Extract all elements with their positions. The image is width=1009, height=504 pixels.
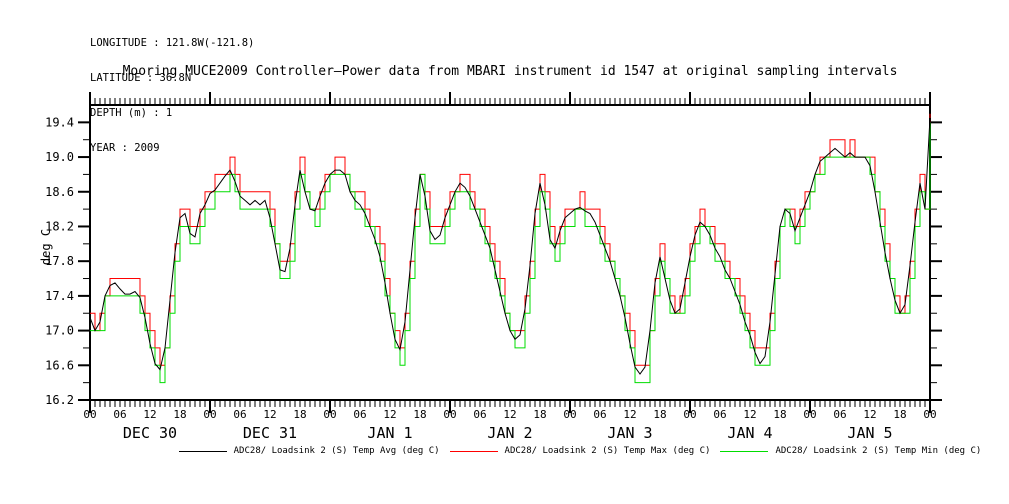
legend-label-temp-avg: ADC28/ Loadsink 2 (S) Temp Avg (deg C) [234,446,440,456]
x-hour-label: 12 [863,408,876,421]
x-hour-label: 18 [413,408,426,421]
x-day-label: DEC 30 [123,424,177,442]
legend-item-temp-avg: ADC28/ Loadsink 2 (S) Temp Avg (deg C) [179,446,440,456]
x-day-label: JAN 3 [607,424,652,442]
x-day-label: JAN 4 [727,424,772,442]
x-day-label: JAN 2 [487,424,532,442]
x-hour-label: 00 [323,408,336,421]
temp-min-series-line [90,122,930,382]
legend: ADC28/ Loadsink 2 (S) Temp Avg (deg C) A… [150,446,1009,456]
x-hour-label: 00 [203,408,216,421]
x-hour-label: 12 [743,408,756,421]
y-tick-label: 16.6 [45,358,74,372]
y-tick-label: 16.2 [45,393,74,407]
x-hour-label: 06 [593,408,606,421]
x-hour-label: 18 [533,408,546,421]
temp-avg-series-line [90,118,930,374]
x-hour-label: 18 [773,408,786,421]
plot-canvas: LONGITUDE : 121.8W(-121.8) LATITUDE : 36… [0,0,1009,504]
x-day-label: DEC 31 [243,424,297,442]
y-tick-label: 17.4 [45,289,74,303]
x-day-label: JAN 1 [367,424,412,442]
x-day-label: JAN 5 [847,424,892,442]
x-hour-label: 12 [383,408,396,421]
x-hour-label: 06 [713,408,726,421]
x-hour-label: 12 [263,408,276,421]
y-tick-label: 17.0 [45,324,74,338]
min-line-swatch [720,451,768,452]
x-hour-label: 18 [893,408,906,421]
x-hour-label: 06 [113,408,126,421]
legend-item-temp-max: ADC28/ Loadsink 2 (S) Temp Max (deg C) [450,446,711,456]
x-hour-label: 06 [833,408,846,421]
x-hour-label: 00 [683,408,696,421]
x-hour-label: 06 [233,408,246,421]
y-tick-label: 17.8 [45,254,74,268]
x-hour-label: 12 [503,408,516,421]
legend-label-temp-min: ADC28/ Loadsink 2 (S) Temp Min (deg C) [775,446,981,456]
legend-label-temp-max: ADC28/ Loadsink 2 (S) Temp Max (deg C) [505,446,711,456]
x-hour-label: 00 [83,408,96,421]
legend-item-temp-min: ADC28/ Loadsink 2 (S) Temp Min (deg C) [720,446,981,456]
x-hour-label: 18 [293,408,306,421]
y-tick-label: 19.0 [45,150,74,164]
y-tick-label: 18.2 [45,219,74,233]
x-hour-label: 00 [803,408,816,421]
chart-plot-area: 16.2 16.6 17.0 17.4 17.8 18.2 18.6 19.0 19.4 00 06… [0,0,1009,504]
y-tick-label: 19.4 [45,115,74,129]
avg-line-swatch [179,451,227,452]
x-hour-label: 12 [143,408,156,421]
x-hour-label: 00 [443,408,456,421]
x-hour-label: 00 [923,408,936,421]
x-hour-label: 06 [473,408,486,421]
x-hour-label: 18 [173,408,186,421]
x-hour-label: 18 [653,408,666,421]
x-hour-label: 06 [353,408,366,421]
y-tick-label: 18.6 [45,185,74,199]
axis-frame [90,105,930,400]
x-hour-label: 00 [563,408,576,421]
x-hour-label: 12 [623,408,636,421]
max-line-swatch [450,451,498,452]
